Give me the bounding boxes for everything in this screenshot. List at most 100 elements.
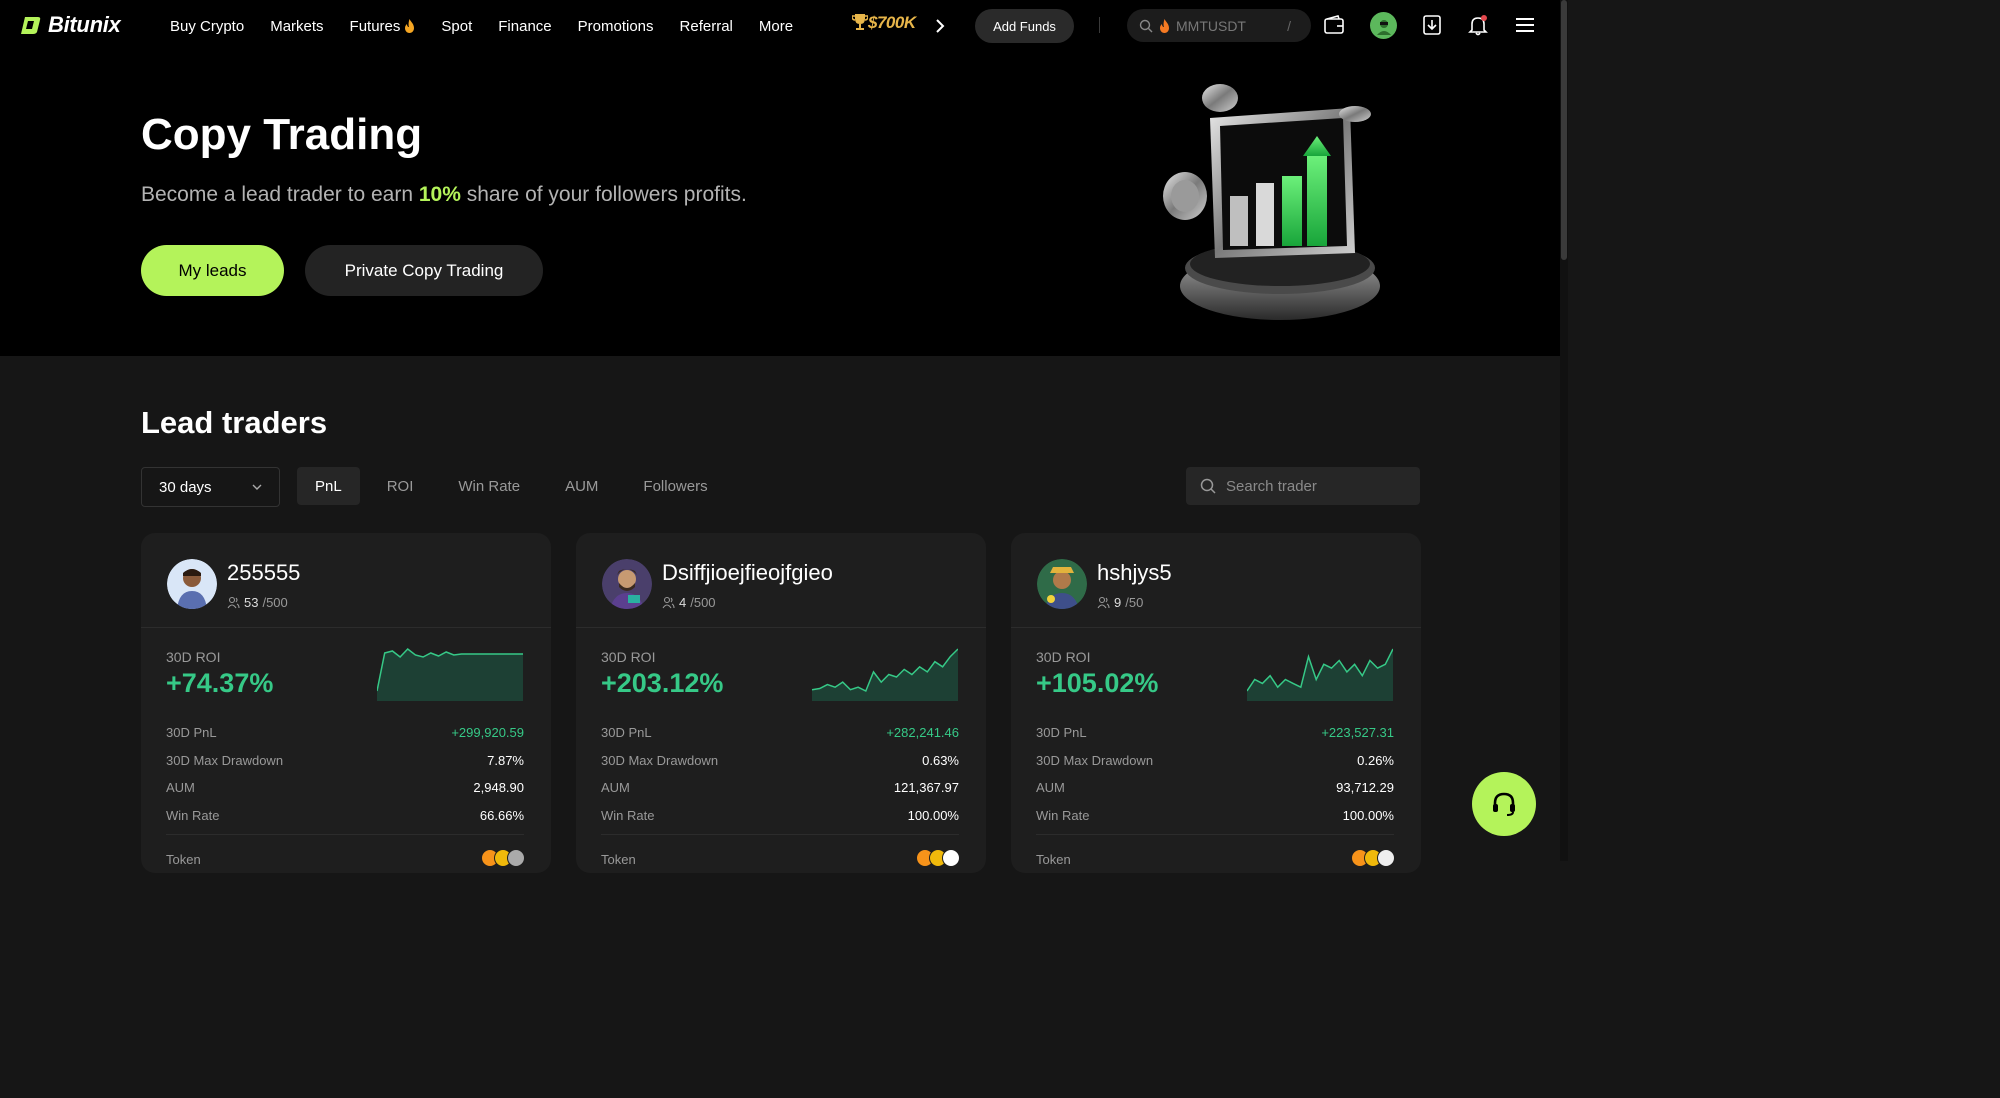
avatar-illustration-icon bbox=[167, 559, 217, 609]
stat-pnl-label: 30D PnL bbox=[1036, 725, 1087, 740]
follower-max: /500 bbox=[690, 595, 716, 610]
stat-pnl-value: +299,920.59 bbox=[451, 725, 524, 740]
stat-win-rate: Win Rate 100.00% bbox=[601, 808, 959, 823]
nav-finance[interactable]: Finance bbox=[498, 18, 551, 35]
bitunix-logo[interactable]: Bitunix bbox=[20, 12, 121, 38]
nav-more[interactable]: More bbox=[759, 18, 793, 35]
sparkline-area bbox=[812, 649, 958, 701]
trader-card[interactable]: hshjys5 9/50 30D ROI +105.02% 30D PnL +2… bbox=[1011, 533, 1421, 873]
wallet-icon[interactable] bbox=[1323, 14, 1345, 36]
trader-card-header: Dsiffjioejfieojfgieo 4/500 bbox=[576, 533, 986, 628]
nav-spot[interactable]: Spot bbox=[441, 18, 472, 35]
stat-aum-label: AUM bbox=[601, 780, 630, 795]
stat-pnl-label: 30D PnL bbox=[166, 725, 217, 740]
trophy-icon bbox=[851, 14, 869, 30]
tab-aum[interactable]: AUM bbox=[547, 467, 616, 505]
tab-win-rate[interactable]: Win Rate bbox=[440, 467, 538, 505]
stat-win-rate-label: Win Rate bbox=[166, 808, 220, 823]
headset-icon bbox=[1493, 792, 1515, 816]
chevron-right-icon[interactable] bbox=[932, 16, 948, 36]
trader-avatar[interactable] bbox=[602, 559, 652, 609]
nav-referral[interactable]: Referral bbox=[680, 18, 733, 35]
top-navbar: Bitunix Buy Crypto Markets Futures Spot … bbox=[0, 0, 1568, 52]
trader-avatar[interactable] bbox=[167, 559, 217, 609]
trader-name[interactable]: Dsiffjioejfieojfgieo bbox=[662, 560, 833, 586]
bell-icon[interactable] bbox=[1467, 14, 1489, 36]
follower-max: /500 bbox=[262, 595, 288, 610]
stat-pnl: 30D PnL +223,527.31 bbox=[1036, 725, 1394, 740]
token-icon bbox=[942, 849, 960, 867]
scrollbar-thumb[interactable] bbox=[1561, 0, 1567, 260]
trader-card[interactable]: 255555 53/500 30D ROI +74.37% 30D PnL +2… bbox=[141, 533, 551, 873]
nav-markets[interactable]: Markets bbox=[270, 18, 323, 35]
stat-drawdown-value: 0.63% bbox=[922, 753, 959, 768]
eth-icon bbox=[1377, 849, 1395, 867]
stat-aum-value: 2,948.90 bbox=[473, 780, 524, 795]
add-funds-button[interactable]: Add Funds bbox=[975, 9, 1074, 43]
trader-name[interactable]: hshjys5 bbox=[1097, 560, 1172, 586]
menu-icon[interactable] bbox=[1514, 14, 1536, 36]
stat-aum-value: 93,712.29 bbox=[1336, 780, 1394, 795]
fire-icon bbox=[1160, 18, 1169, 33]
stat-drawdown-value: 0.26% bbox=[1357, 753, 1394, 768]
tab-roi[interactable]: ROI bbox=[369, 467, 432, 505]
download-icon[interactable] bbox=[1421, 14, 1443, 36]
period-select[interactable]: 30 days bbox=[141, 467, 280, 507]
stat-aum: AUM 121,367.97 bbox=[601, 780, 959, 795]
roi-value: +203.12% bbox=[601, 668, 724, 698]
stat-win-rate: Win Rate 66.66% bbox=[166, 808, 524, 823]
support-chat-button[interactable] bbox=[1472, 772, 1536, 836]
private-copy-trading-button[interactable]: Private Copy Trading bbox=[305, 245, 543, 296]
roi-sparkline bbox=[1247, 648, 1393, 701]
ltc-icon bbox=[507, 849, 525, 867]
search-icon bbox=[1139, 19, 1153, 32]
market-search-input[interactable]: MMTUSDT / bbox=[1127, 9, 1311, 42]
avatar-illustration-icon bbox=[1037, 559, 1087, 609]
trader-search-placeholder: Search trader bbox=[1226, 477, 1317, 495]
promo-amount: $700K bbox=[868, 13, 916, 32]
avatar-illustration-icon bbox=[602, 559, 652, 609]
user-icon bbox=[1376, 19, 1391, 35]
token-icons bbox=[481, 849, 525, 867]
main-nav: Buy Crypto Markets Futures Spot Finance … bbox=[170, 0, 819, 52]
bitunix-logo-icon bbox=[21, 17, 41, 34]
tab-pnl[interactable]: PnL bbox=[297, 467, 360, 505]
nav-buy-crypto[interactable]: Buy Crypto bbox=[170, 18, 244, 35]
users-icon bbox=[662, 596, 675, 609]
hero-subtitle-suffix: share of your followers profits. bbox=[460, 183, 747, 206]
stat-win-rate: Win Rate 100.00% bbox=[1036, 808, 1394, 823]
trader-card-header: hshjys5 9/50 bbox=[1011, 533, 1421, 628]
my-leads-button[interactable]: My leads bbox=[141, 245, 284, 296]
promo-banner[interactable]: $700K bbox=[851, 13, 916, 33]
trader-card[interactable]: Dsiffjioejfieojfgieo 4/500 30D ROI +203.… bbox=[576, 533, 986, 873]
stat-drawdown-label: 30D Max Drawdown bbox=[601, 753, 719, 768]
tab-followers[interactable]: Followers bbox=[625, 467, 725, 505]
stat-aum: AUM 2,948.90 bbox=[166, 780, 524, 795]
stat-pnl: 30D PnL +282,241.46 bbox=[601, 725, 959, 740]
follower-current: 4 bbox=[679, 595, 687, 610]
stat-win-rate-value: 66.66% bbox=[479, 808, 524, 823]
trader-card-header: 255555 53/500 bbox=[141, 533, 551, 628]
nav-divider bbox=[1099, 17, 1100, 33]
sparkline-area bbox=[1247, 649, 1393, 701]
fire-icon bbox=[405, 19, 415, 33]
trader-name[interactable]: 255555 bbox=[227, 560, 300, 586]
stat-drawdown-label: 30D Max Drawdown bbox=[166, 753, 284, 768]
token-label: Token bbox=[166, 852, 201, 867]
token-label: Token bbox=[1036, 852, 1071, 867]
trader-avatar[interactable] bbox=[1037, 559, 1087, 609]
chevron-down-icon bbox=[252, 484, 262, 490]
stat-drawdown-value: 7.87% bbox=[487, 753, 524, 768]
stat-pnl: 30D PnL +299,920.59 bbox=[166, 725, 524, 740]
copy-trading-chart-illustration bbox=[1163, 84, 1380, 320]
users-icon bbox=[227, 596, 240, 609]
token-label: Token bbox=[601, 852, 636, 867]
stat-drawdown: 30D Max Drawdown 0.26% bbox=[1036, 753, 1394, 768]
roi-label: 30D ROI bbox=[1036, 649, 1091, 665]
token-icons bbox=[916, 849, 960, 867]
nav-promotions[interactable]: Promotions bbox=[578, 18, 654, 35]
user-avatar[interactable] bbox=[1370, 12, 1397, 39]
trader-search-input[interactable]: Search trader bbox=[1186, 467, 1420, 505]
search-placeholder: MMTUSDT bbox=[1176, 17, 1246, 34]
nav-futures[interactable]: Futures bbox=[350, 18, 416, 35]
